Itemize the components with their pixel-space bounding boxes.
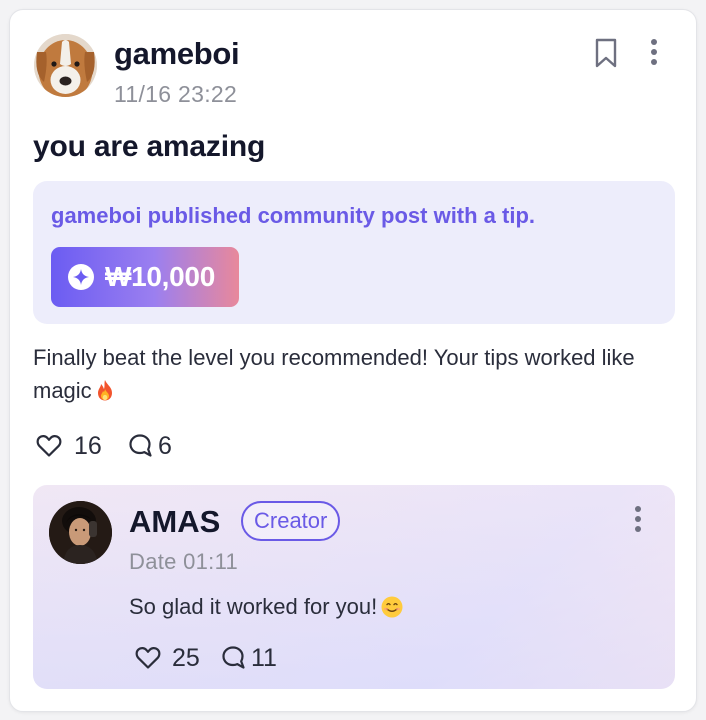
comment-button[interactable]: 6	[128, 429, 188, 463]
post-body: Finally beat the level you recommended! …	[33, 341, 673, 407]
comment-icon	[222, 646, 245, 669]
post-title: you are amazing	[33, 130, 266, 163]
author-avatar[interactable]	[34, 34, 97, 97]
post-card: gameboi 11/16 23:22 you are amazing game…	[9, 9, 697, 712]
tip-amount: ₩10,000	[105, 261, 215, 292]
reply-like-count: 25	[172, 644, 200, 672]
like-count: 16	[74, 432, 102, 460]
reply-author-avatar[interactable]	[49, 501, 112, 564]
heart-icon	[135, 647, 161, 669]
tip-message: gameboi published community post with a …	[51, 203, 536, 228]
fire-emoji-icon	[97, 380, 112, 401]
more-vertical-icon[interactable]	[646, 38, 662, 68]
reply-comment-button[interactable]: 11	[221, 641, 281, 675]
post-body-text: Finally beat the level you recommended! …	[33, 345, 635, 403]
reply-comment-count: 11	[251, 644, 277, 672]
post-timestamp: 11/16 23:22	[114, 81, 238, 107]
heart-icon	[36, 435, 62, 457]
person-avatar-image	[49, 501, 112, 564]
bookmark-icon[interactable]	[593, 37, 619, 69]
reply-body: So glad it worked for you!	[129, 592, 403, 622]
dog-avatar-image	[34, 34, 97, 97]
coin-icon	[68, 264, 94, 290]
creator-badge: Creator	[241, 501, 341, 541]
reply-like-button[interactable]: 25	[135, 641, 215, 675]
tip-banner: gameboi published community post with a …	[33, 181, 675, 324]
comment-count: 6	[158, 432, 172, 460]
smiling-face-emoji-icon	[381, 596, 403, 618]
reply-date: Date 01:11	[129, 549, 239, 574]
author-name[interactable]: gameboi	[114, 36, 240, 72]
reply-body-text: So glad it worked for you!	[129, 594, 378, 619]
comment-icon	[129, 434, 152, 457]
reply-more-vertical-icon[interactable]	[631, 505, 645, 535]
tip-amount-badge[interactable]: ₩10,000	[51, 247, 239, 307]
creator-reply: AMAS Creator Date 01:11 So glad it worke…	[33, 485, 675, 689]
reply-author-name[interactable]: AMAS	[129, 504, 220, 540]
like-button[interactable]: 16	[36, 429, 116, 463]
